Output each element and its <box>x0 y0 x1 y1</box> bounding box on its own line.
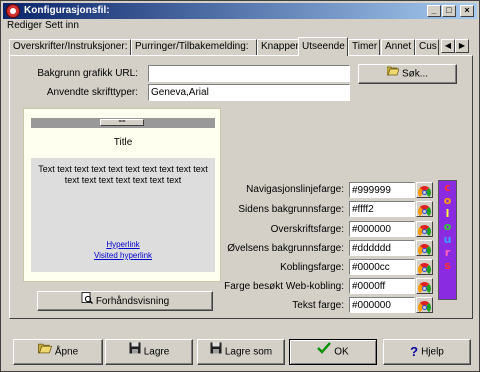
rainbow-picker-icon[interactable] <box>416 221 433 238</box>
tab-timer[interactable]: Timer <box>348 39 380 55</box>
app-window: Konfigurasjonsfil: _ □ × Rediger Sett in… <box>0 0 480 372</box>
preview-body-text: Text text text text text text text text … <box>38 164 208 185</box>
preview-body: Text text text text text text text text … <box>31 158 215 272</box>
help-button-label: Hjelp <box>421 346 444 358</box>
close-button[interactable]: × <box>460 5 474 17</box>
window-title: Konfigurasjonsfil: <box>24 5 110 16</box>
color-label-text: Tekst farge: <box>292 300 344 311</box>
color-label-page-background: Sidens bakgrunnsfarge: <box>238 204 344 215</box>
checkmark-icon <box>317 340 332 364</box>
title-bar[interactable]: Konfigurasjonsfil: _ □ × <box>3 3 477 19</box>
preview-nav-bar: == <box>31 118 215 128</box>
help-button[interactable]: ? Hjelp <box>383 339 471 365</box>
rainbow-picker-icon[interactable] <box>416 278 433 295</box>
tab-knapper[interactable]: Knapper <box>257 39 299 55</box>
browse-button-label: Søk... <box>401 68 429 80</box>
tab-annet[interactable]: Annet <box>381 39 415 55</box>
tab-purringer[interactable]: Purringer/Tilbakemelding: <box>131 39 257 55</box>
color-input-link[interactable]: #0000cc <box>349 259 415 275</box>
open-button-label: Åpne <box>54 346 79 358</box>
tab-overskrifter[interactable]: Overskrifter/Instruksjoner: <box>9 39 131 55</box>
save-button[interactable]: Lagre <box>105 339 193 365</box>
colours-letter: l <box>445 207 450 220</box>
color-input-visited-link[interactable]: #0000ff <box>349 278 415 294</box>
color-input-exercise-background[interactable]: #dddddd <box>349 240 415 256</box>
question-mark-icon: ? <box>410 344 419 359</box>
floppy-disk-icon <box>129 340 141 364</box>
rainbow-picker-icon[interactable] <box>416 297 433 314</box>
preview-visited-hyperlink: Visited hyperlink <box>93 251 153 260</box>
preview-button[interactable]: Forhåndsvisning <box>37 291 213 311</box>
rainbow-picker-icon[interactable] <box>416 259 433 276</box>
preview-title: Title <box>113 137 133 148</box>
color-label-navigation: Navigasjonslinjefarge: <box>246 184 344 195</box>
colours-letter: r <box>444 246 451 259</box>
save-as-button-label: Lagre som <box>224 346 273 358</box>
color-label-visited-link: Farge besøkt Web-kobling: <box>224 281 344 292</box>
rainbow-picker-icon[interactable] <box>416 201 433 218</box>
menu-sett-inn[interactable]: Sett inn <box>45 19 79 33</box>
fonts-input[interactable]: Geneva,Arial <box>148 84 350 101</box>
menu-bar: Rediger Sett inn <box>3 19 477 33</box>
background-url-label: Bakgrunn grafikk URL: <box>37 68 138 79</box>
ok-button-label: OK <box>334 346 349 358</box>
color-input-heading[interactable]: #000000 <box>349 221 415 237</box>
tab-cus[interactable]: Cus <box>415 39 439 55</box>
color-label-link: Koblingsfarge: <box>280 262 344 273</box>
colours-letter: s <box>444 259 451 272</box>
folder-open-icon <box>37 340 52 364</box>
colours-letter: c <box>444 181 451 194</box>
minimize-button[interactable]: _ <box>427 5 441 17</box>
maximize-button[interactable]: □ <box>442 5 456 17</box>
preview-button-label: Forhåndsvisning <box>95 296 170 308</box>
preview-nav-button: == <box>100 119 144 126</box>
tab-scroll-left-icon[interactable]: ◀ <box>441 39 455 53</box>
preview-pane: == Title Text text text text text text t… <box>23 108 221 282</box>
browse-button[interactable]: Søk... <box>358 64 457 84</box>
color-label-exercise-background: Øvelsens bakgrunnsfarge: <box>227 243 344 254</box>
tab-strip: Overskrifter/Instruksjoner: Purringer/Ti… <box>9 37 471 56</box>
colours-letter: o <box>443 220 452 233</box>
color-input-page-background[interactable]: #ffff2 <box>349 201 415 217</box>
background-url-input[interactable] <box>148 65 350 82</box>
menu-rediger[interactable]: Rediger <box>7 19 42 33</box>
floppy-disk-icon <box>210 340 222 364</box>
rainbow-picker-icon[interactable] <box>416 240 433 257</box>
ok-button[interactable]: OK <box>289 339 377 365</box>
colours-letter: u <box>443 233 452 246</box>
color-label-heading: Overskriftsfarge: <box>270 224 344 235</box>
print-preview-icon <box>81 292 93 311</box>
color-input-navigation[interactable]: #999999 <box>349 182 415 198</box>
color-input-text[interactable]: #000000 <box>349 297 415 313</box>
save-as-button[interactable]: Lagre som <box>197 339 285 365</box>
colours-badge[interactable]: c o l o u r s <box>438 180 457 300</box>
open-button[interactable]: Åpne <box>13 339 103 365</box>
app-icon <box>6 4 20 18</box>
tab-scroll-right-icon[interactable]: ▶ <box>455 39 469 53</box>
fonts-label: Anvendte skrifttyper: <box>46 87 138 98</box>
preview-hyperlink: Hyperlink <box>106 240 140 249</box>
save-button-label: Lagre <box>143 346 170 358</box>
colours-letter: o <box>443 194 452 207</box>
rainbow-picker-icon[interactable] <box>416 182 433 199</box>
folder-open-icon <box>386 65 400 83</box>
tab-utseende[interactable]: Utseende <box>298 37 348 56</box>
